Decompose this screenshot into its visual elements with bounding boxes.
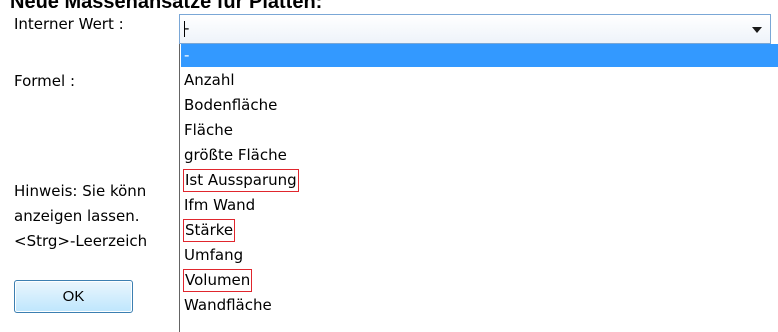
option-label: Stärke [183,219,236,242]
internal-value-combobox[interactable]: - [179,14,771,44]
dropdown-option[interactable]: größte Fläche [181,144,778,167]
chevron-down-icon[interactable] [747,18,767,40]
ok-button[interactable]: OK [14,280,133,313]
internal-value-dropdown-list: - Anzahl Bodenfläche Fläche größte Fläch… [179,44,778,332]
dropdown-option[interactable]: Wandfläche [181,294,778,317]
option-label: Ist Aussparung [183,169,299,192]
option-label: größte Fläche [184,146,287,164]
dialog-title: Neue Massenansätze für Platten: [10,0,323,13]
dropdown-option[interactable]: Volumen [181,269,778,292]
formula-label: Formel : [14,72,76,90]
dropdown-option[interactable]: Ist Aussparung [181,169,778,192]
dropdown-option[interactable]: Bodenfläche [181,94,778,117]
option-label: Bodenfläche [184,96,278,114]
option-label: Volumen [183,269,253,292]
dropdown-option[interactable]: Stärke [181,219,778,242]
dropdown-option[interactable]: Ifm Wand [181,194,778,217]
hint-line-2: anzeigen lassen. [14,207,140,225]
hint-line-3: <Strg>-Leerzeich [14,232,148,250]
dropdown-option[interactable]: Fläche [181,119,778,142]
dropdown-option[interactable]: Umfang [181,244,778,267]
hint-line-1: Hinweis: Sie könn [14,182,147,200]
dropdown-option[interactable]: Anzahl [181,69,778,92]
option-label: - [184,46,190,64]
option-label: Wandfläche [184,296,272,314]
option-label: Ifm Wand [184,196,256,214]
option-label: Fläche [184,121,233,139]
option-label: Umfang [184,246,244,264]
combo-selected-value: - [184,19,190,37]
option-label: Anzahl [184,71,235,89]
internal-value-label: Interner Wert : [14,15,124,33]
dropdown-option[interactable]: - [181,44,778,67]
